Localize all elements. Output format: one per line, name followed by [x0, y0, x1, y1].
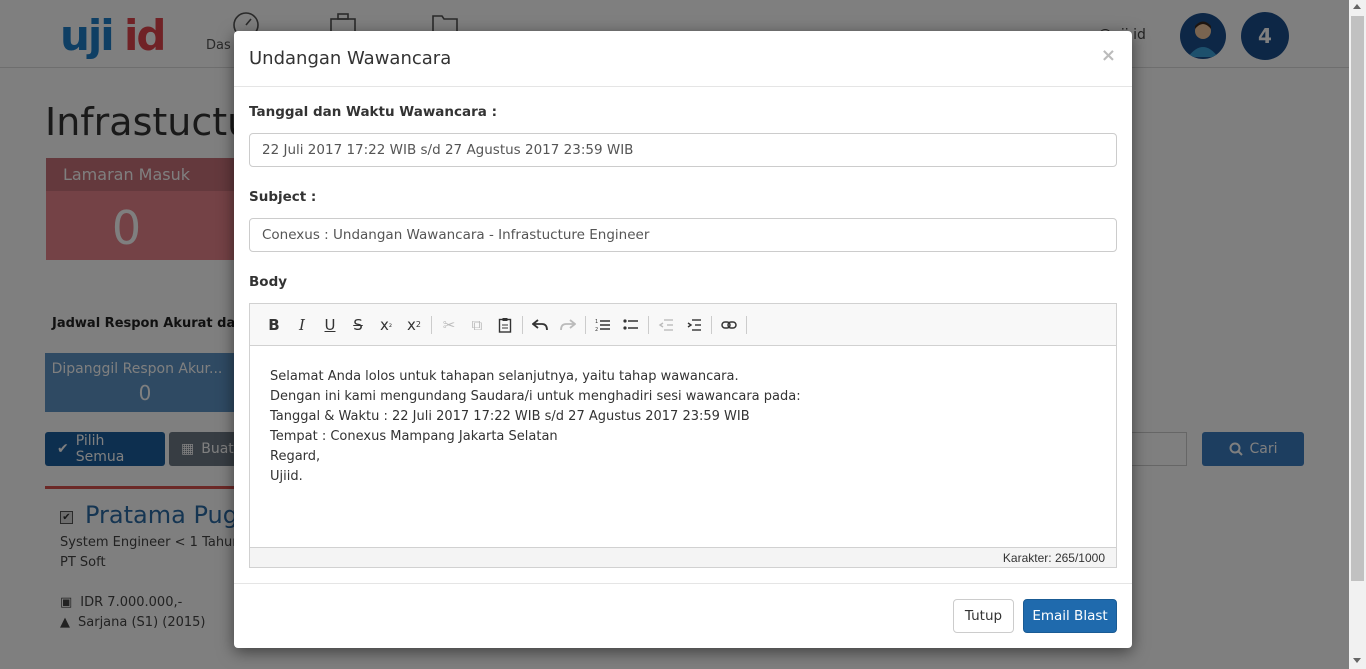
body-line: Selamat Anda lolos untuk tahapan selanju… — [270, 369, 739, 384]
numbered-list-icon[interactable]: 12 — [589, 312, 617, 338]
email-blast-button[interactable]: Email Blast — [1023, 599, 1117, 633]
bold-icon[interactable]: B — [260, 312, 288, 338]
copy-icon[interactable]: ⧉ — [463, 312, 491, 338]
italic-icon[interactable]: I — [288, 312, 316, 338]
body-line: Ujiid. — [270, 469, 303, 484]
redo-icon[interactable] — [554, 312, 582, 338]
subject-label: Subject : — [249, 189, 317, 205]
scroll-up-icon[interactable] — [1353, 4, 1361, 9]
strikethrough-icon[interactable]: S — [344, 312, 372, 338]
modal-title: Undangan Wawancara — [249, 48, 452, 69]
link-icon[interactable] — [715, 312, 743, 338]
body-line: Regard, — [270, 449, 321, 464]
indent-icon[interactable] — [680, 312, 708, 338]
cut-icon[interactable]: ✂ — [435, 312, 463, 338]
bullet-list-icon[interactable] — [617, 312, 645, 338]
toolbar-divider — [711, 315, 712, 334]
close-button[interactable]: Tutup — [953, 599, 1014, 633]
superscript-label: x — [407, 315, 416, 334]
scrollbar-thumb[interactable] — [1351, 16, 1364, 581]
subscript-icon[interactable]: x₂ — [372, 312, 400, 338]
body-line: Dengan ini kami mengundang Saudara/i unt… — [270, 389, 801, 404]
editor-toolbar: B I U S x₂ x2 ✂ ⧉ 12 — [250, 304, 1116, 346]
svg-text:1: 1 — [595, 319, 598, 325]
toolbar-divider — [522, 315, 523, 334]
body-line: Tempat : Conexus Mampang Jakarta Selatan — [270, 429, 558, 444]
toolbar-divider — [585, 315, 586, 334]
subscript-label: x — [379, 315, 389, 334]
paste-icon[interactable] — [491, 312, 519, 338]
rich-text-editor[interactable]: B I U S x₂ x2 ✂ ⧉ 12 Selamat Anda lolos … — [249, 303, 1117, 568]
svg-text:2: 2 — [595, 327, 598, 332]
datetime-input[interactable] — [249, 133, 1117, 167]
undo-icon[interactable] — [526, 312, 554, 338]
interview-invite-modal: Undangan Wawancara × Tanggal dan Waktu W… — [234, 31, 1132, 648]
close-icon[interactable]: × — [1101, 45, 1116, 66]
superscript-icon[interactable]: x2 — [400, 312, 428, 338]
scroll-down-icon[interactable] — [1353, 658, 1361, 663]
subject-input[interactable] — [249, 218, 1117, 252]
toolbar-divider — [746, 315, 747, 334]
toolbar-divider — [431, 315, 432, 334]
char-counter: Karakter: 265/1000 — [250, 547, 1116, 567]
datetime-label: Tanggal dan Waktu Wawancara : — [249, 104, 497, 120]
modal-footer: Tutup Email Blast — [234, 583, 1132, 648]
body-label: Body — [249, 274, 288, 290]
modal-header: Undangan Wawancara × — [234, 31, 1132, 87]
outdent-icon[interactable] — [652, 312, 680, 338]
page-scrollbar[interactable] — [1349, 0, 1366, 669]
toolbar-divider — [648, 315, 649, 334]
body-line: Tanggal & Waktu : 22 Juli 2017 17:22 WIB… — [270, 409, 750, 424]
underline-icon[interactable]: U — [316, 312, 344, 338]
editor-body[interactable]: Selamat Anda lolos untuk tahapan selanju… — [250, 346, 1116, 547]
